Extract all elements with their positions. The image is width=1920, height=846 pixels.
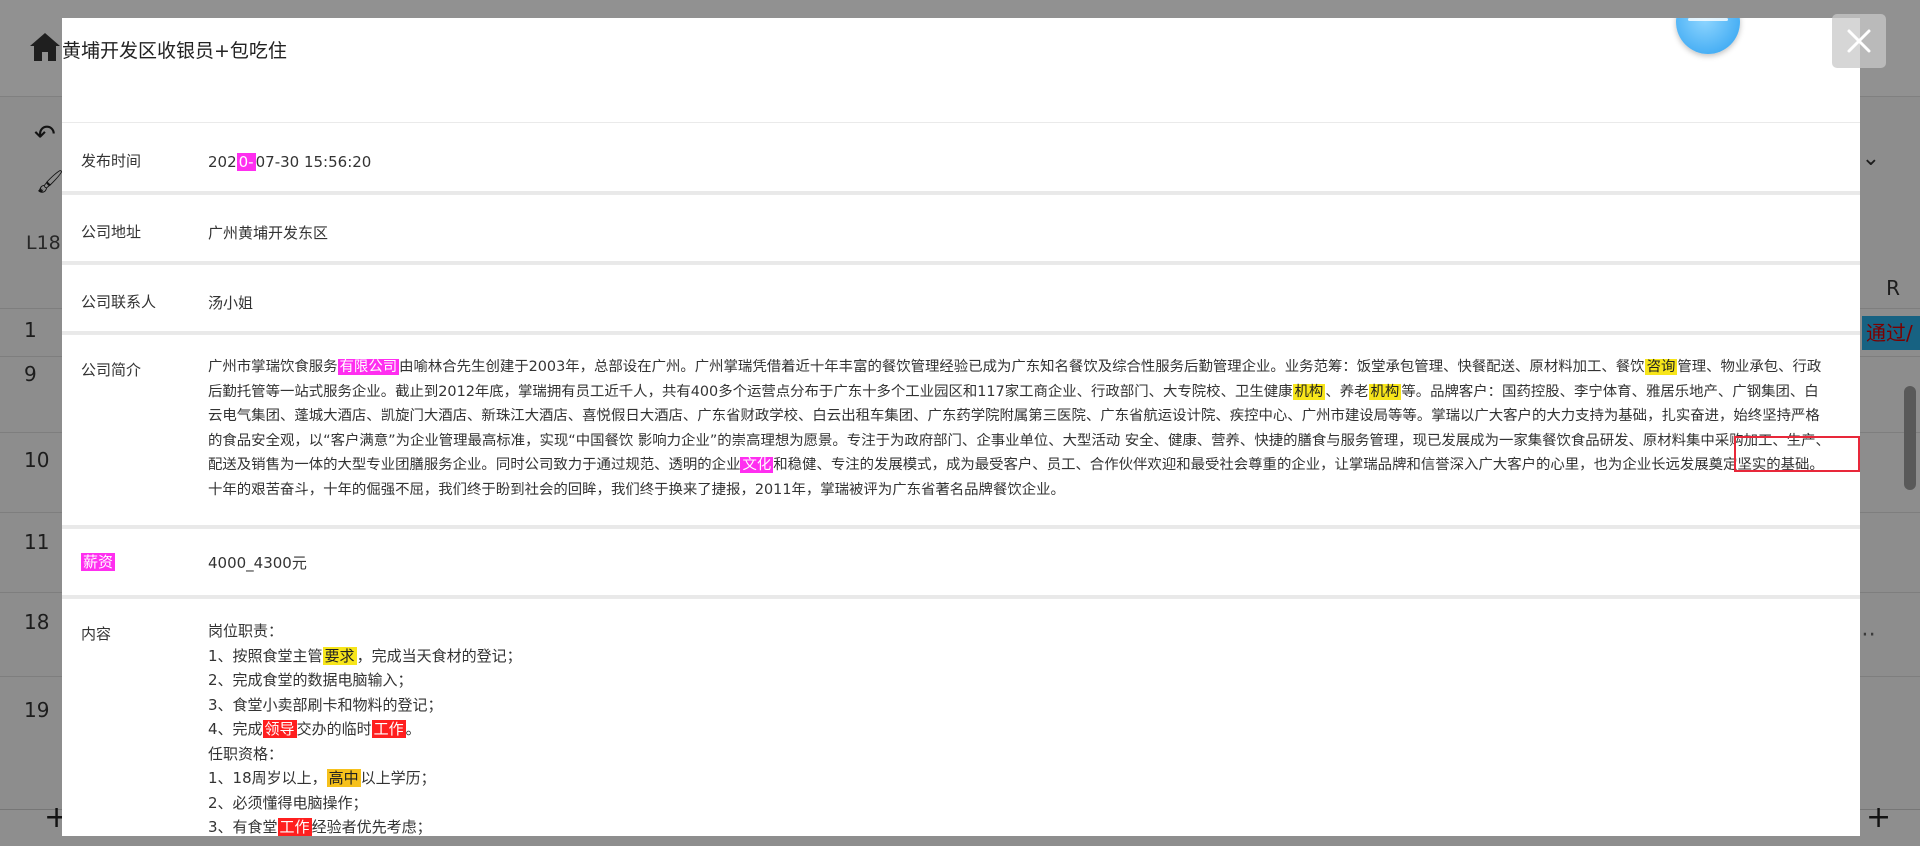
company-intro-value: 广州市掌瑞饮食服务 有限公司 由喻林合先生创建于2003年，总部设在广州。广州掌瑞凭… xyxy=(208,335,1860,525)
field-label: 薪资 xyxy=(62,529,208,595)
text-segment: 07-30 15:56:20 xyxy=(255,153,372,171)
detail-table: 发布时间 202 0- 07-30 15:56:20 公司地址 广州黄埔开发东区 公… xyxy=(62,122,1860,836)
text-segment: 1、18周岁以上， xyxy=(208,769,327,787)
content-line: 1、18周岁以上， 高中 以上学历； xyxy=(208,766,1830,791)
text-segment: 以上学历； xyxy=(360,769,436,787)
text-segment: 、养老 xyxy=(1325,383,1369,400)
detail-row-content: 内容 岗位职责： 1、按照食堂主管 要求 ，完成当天食材的登记； 2、完成食堂的数据… xyxy=(62,598,1860,836)
keyword-highlight: 机构 xyxy=(1368,383,1402,400)
content-line: 4、完成 领导 交办的临时 工作。 xyxy=(208,717,1830,742)
field-label: 内容 xyxy=(81,625,112,643)
keyword-highlight: 高中 xyxy=(326,769,361,787)
text-segment: 广州市掌瑞饮食服务 xyxy=(208,359,338,375)
field-label: 公司联系人 xyxy=(81,293,157,311)
text-segment: ，完成当天食材的登记； xyxy=(356,646,522,665)
home-icon[interactable] xyxy=(28,30,62,68)
close-button[interactable] xyxy=(1832,14,1886,68)
content-line: 2、完成食堂的数据电脑输入； xyxy=(208,671,413,689)
content-line: 2、必须懂得电脑操作； xyxy=(208,793,368,812)
text-segment: 4、完成 xyxy=(208,720,263,738)
text-segment: 由喻林合先生创建于2003年，总部设在广州。广州掌瑞凭借着近十年丰富的餐饮管理经… xyxy=(399,359,1645,375)
job-detail-modal: 黄埔开发区收银员+包吃住 发布时间 202 0- 07-30 15:56:20 公司… xyxy=(62,18,1860,836)
detail-row-company-address: 公司地址 广州黄埔开发东区 xyxy=(62,194,1860,264)
close-icon xyxy=(1847,29,1871,53)
text-segment: 202 xyxy=(208,153,237,171)
publish-time-value: 202 0- 07-30 15:56:20 xyxy=(208,123,1860,191)
keyword-highlight: 机构 xyxy=(1292,383,1326,400)
salary-value: 4000_4300元 xyxy=(208,554,307,572)
detail-row-salary: 薪资 4000_4300元 xyxy=(62,528,1860,598)
keyword-highlight: 工作 xyxy=(371,720,406,738)
text-segment: 交办的临时 xyxy=(296,720,372,738)
company-address-value: 广州黄埔开发东区 xyxy=(208,224,329,242)
modal-header: 黄埔开发区收银员+包吃住 xyxy=(62,18,1860,88)
detail-row-company-intro: 公司简介 广州市掌瑞饮食服务 有限公司 由喻林合先生创建于2003年，总部设在广州。… xyxy=(62,334,1860,528)
detail-row-publish-time: 发布时间 202 0- 07-30 15:56:20 xyxy=(62,122,1860,194)
content-line: 任职资格： xyxy=(208,744,284,763)
keyword-highlight: 领导 xyxy=(262,720,297,738)
company-contact-value: 汤小姐 xyxy=(208,294,254,312)
keyword-highlight: 薪资 xyxy=(81,553,116,571)
keyword-highlight: 0- xyxy=(236,153,256,171)
text-segment: 经验者优先考虑； xyxy=(311,818,432,836)
field-label: 公司简介 xyxy=(81,361,142,379)
detail-row-company-contact: 公司联系人 汤小姐 xyxy=(62,264,1860,334)
content-line: 岗位职责： xyxy=(208,622,284,640)
content-value: 岗位职责： 1、按照食堂主管 要求 ，完成当天食材的登记； 2、完成食堂的数据电脑输… xyxy=(208,599,1860,836)
content-line: 1、按照食堂主管 要求 ，完成当天食材的登记； xyxy=(208,644,1830,669)
text-segment: 3、有食堂 xyxy=(208,818,278,836)
keyword-highlight: 咨询 xyxy=(1644,359,1678,375)
keyword-highlight: 有限公司 xyxy=(337,359,400,375)
content-line: 3、有食堂 工作 经验者优先考虑； xyxy=(208,815,1830,836)
field-label: 公司地址 xyxy=(81,223,142,241)
text-segment: 1、按照食堂主管 xyxy=(208,646,323,665)
field-label: 发布时间 xyxy=(81,152,142,170)
keyword-highlight: 要求 xyxy=(322,646,357,665)
keyword-highlight: 工作 xyxy=(277,818,312,836)
keyword-highlight: 文化 xyxy=(740,457,774,473)
text-segment: 。 xyxy=(405,720,421,738)
page-title: 黄埔开发区收银员+包吃住 xyxy=(62,40,287,62)
content-line: 3、食堂小卖部刷卡和物料的登记； xyxy=(208,695,443,714)
